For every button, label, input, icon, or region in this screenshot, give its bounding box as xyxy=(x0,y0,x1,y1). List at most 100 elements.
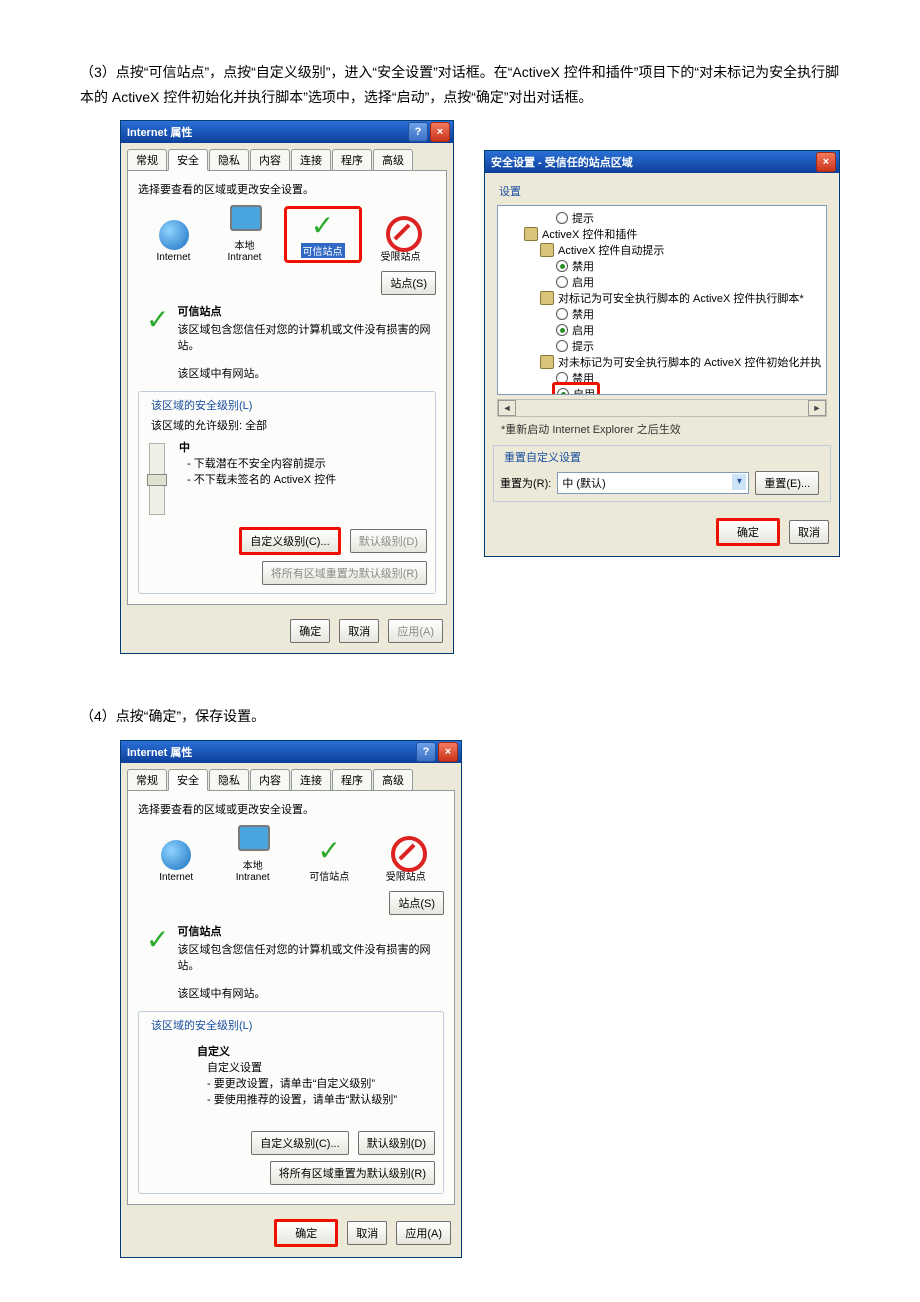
restart-note: *重新启动 Internet Explorer 之后生效 xyxy=(501,421,823,437)
tab-connections[interactable]: 连接 xyxy=(291,149,331,170)
zone-list: Internet 本地 Intranet ✓ 可信站点 受限站点 xyxy=(138,825,444,883)
custom-level-button[interactable]: 自定义级别(C)... xyxy=(239,527,340,555)
cancel-button[interactable]: 取消 xyxy=(347,1221,387,1245)
level-fieldset: 该区域的安全级别(L) 该区域的允许级别: 全部 中 - 下载潜在不安全内容前提… xyxy=(138,391,436,594)
tab-content[interactable]: 内容 xyxy=(250,149,290,170)
tab-privacy[interactable]: 隐私 xyxy=(209,149,249,170)
monitor-icon xyxy=(230,205,262,231)
titlebar: 安全设置 - 受信任的站点区域 × xyxy=(485,151,839,173)
tab-programs[interactable]: 程序 xyxy=(332,149,372,170)
cancel-button[interactable]: 取消 xyxy=(789,520,829,544)
option-enable: 启用 xyxy=(572,274,594,290)
group-unsafe-script: 对未标记为可安全执行脚本的 ActiveX 控件初始化并执 xyxy=(558,354,821,370)
radio-icon[interactable] xyxy=(556,212,568,224)
check-icon: ✓ xyxy=(146,923,169,956)
help-icon[interactable]: ? xyxy=(408,122,428,142)
zone-internet[interactable]: Internet xyxy=(144,840,208,883)
tab-connections[interactable]: 连接 xyxy=(291,769,331,790)
paragraph-3: （3）点按“可信站点”，点按“自定义级别”，进入“安全设置”对话框。在“Acti… xyxy=(80,60,840,110)
gear-icon xyxy=(540,355,554,369)
trusted-desc: 该区域包含您信任对您的计算机或文件没有损害的网站。 xyxy=(177,944,430,972)
tab-advanced[interactable]: 高级 xyxy=(373,769,413,790)
settings-legend: 设置 xyxy=(493,181,831,201)
tab-security[interactable]: 安全 xyxy=(168,149,208,171)
reset-zones-button[interactable]: 将所有区域重置为默认级别(R) xyxy=(270,1161,435,1185)
trusted-head: 可信站点 xyxy=(177,923,444,939)
zone-trusted[interactable]: ✓ 可信站点 xyxy=(297,836,361,883)
custom-level-button[interactable]: 自定义级别(C)... xyxy=(251,1131,348,1155)
horizontal-scrollbar[interactable]: ◄ ► xyxy=(497,399,827,417)
reset-value: 中 (默认) xyxy=(562,475,605,491)
tab-programs[interactable]: 程序 xyxy=(332,769,372,790)
default-level-button[interactable]: 默认级别(D) xyxy=(350,529,427,553)
option-disable: 禁用 xyxy=(572,306,594,322)
tab-privacy[interactable]: 隐私 xyxy=(209,769,249,790)
zone-prompt: 选择要查看的区域或更改安全设置。 xyxy=(138,181,436,197)
custom-line: - 要更改设置，请单击“自定义级别” xyxy=(207,1075,435,1091)
radio-icon[interactable] xyxy=(557,388,569,395)
cancel-button[interactable]: 取消 xyxy=(339,619,379,643)
close-icon[interactable]: × xyxy=(430,122,450,142)
apply-button[interactable]: 应用(A) xyxy=(388,619,443,643)
gear-icon xyxy=(540,291,554,305)
zone-intranet[interactable]: 本地 Intranet xyxy=(213,205,277,263)
tab-advanced[interactable]: 高级 xyxy=(373,149,413,170)
reset-fieldset: 重置自定义设置 重置为(R): 中 (默认) 重置(E)... xyxy=(493,445,831,502)
group-activex: ActiveX 控件和插件 xyxy=(542,226,637,242)
trusted-description: 可信站点 该区域包含您信任对您的计算机或文件没有损害的网站。 该区域中有网站。 xyxy=(177,921,444,1001)
radio-icon[interactable] xyxy=(556,276,568,288)
reset-combo[interactable]: 中 (默认) xyxy=(557,472,749,494)
level-slider[interactable] xyxy=(149,443,165,515)
globe-icon xyxy=(159,220,189,250)
gear-icon xyxy=(540,243,554,257)
radio-icon[interactable] xyxy=(556,324,568,336)
zone-restricted[interactable]: 受限站点 xyxy=(369,216,433,263)
close-icon[interactable]: × xyxy=(816,152,836,172)
tab-page-security: 选择要查看的区域或更改安全设置。 Internet 本地 Intranet ✓ … xyxy=(127,790,455,1205)
option-enable: 启用 xyxy=(573,386,595,395)
tab-general[interactable]: 常规 xyxy=(127,769,167,790)
zone-prompt: 选择要查看的区域或更改安全设置。 xyxy=(138,801,444,817)
zone-trusted[interactable]: ✓ 可信站点 xyxy=(284,206,362,263)
group-safe-script: 对标记为可安全执行脚本的 ActiveX 控件执行脚本* xyxy=(558,290,804,306)
radio-icon[interactable] xyxy=(556,340,568,352)
tab-content[interactable]: 内容 xyxy=(250,769,290,790)
level-legend: 该区域的安全级别(L) xyxy=(147,1017,256,1033)
ok-button[interactable]: 确定 xyxy=(290,619,330,643)
scroll-right-icon[interactable]: ► xyxy=(808,400,826,416)
reset-button[interactable]: 重置(E)... xyxy=(755,471,819,495)
security-settings-dialog: 安全设置 - 受信任的站点区域 × 设置 提示 ActiveX 控件和插件 Ac… xyxy=(484,150,840,557)
internet-properties-dialog-1: Internet 属性 ? × 常规 安全 隐私 内容 连接 程序 高级 选择要… xyxy=(120,120,454,654)
tab-security[interactable]: 安全 xyxy=(168,769,208,791)
scroll-left-icon[interactable]: ◄ xyxy=(498,400,516,416)
gear-icon xyxy=(524,227,538,241)
option-prompt: 提示 xyxy=(572,210,594,226)
default-level-button[interactable]: 默认级别(D) xyxy=(358,1131,435,1155)
tab-general[interactable]: 常规 xyxy=(127,149,167,170)
help-icon[interactable]: ? xyxy=(416,742,436,762)
zone-internet[interactable]: Internet xyxy=(142,220,206,263)
forbid-icon xyxy=(391,836,427,872)
zone-intranet[interactable]: 本地 Intranet xyxy=(221,825,285,883)
zone-label: 本地 Intranet xyxy=(228,237,262,263)
apply-button[interactable]: 应用(A) xyxy=(396,1221,451,1245)
tab-page-security: 选择要查看的区域或更改安全设置。 Internet 本地 Intranet ✓ … xyxy=(127,170,447,605)
group-autoprompt: ActiveX 控件自动提示 xyxy=(558,242,664,258)
highlighted-enable-option[interactable]: 启用 xyxy=(552,382,600,395)
zone-restricted[interactable]: 受限站点 xyxy=(374,836,438,883)
settings-tree[interactable]: 提示 ActiveX 控件和插件 ActiveX 控件自动提示 禁用 启用 对标… xyxy=(497,205,827,395)
sites-button[interactable]: 站点(S) xyxy=(381,271,436,295)
radio-icon[interactable] xyxy=(556,308,568,320)
option-enable: 启用 xyxy=(572,322,594,338)
zone-label: 可信站点 xyxy=(301,243,345,258)
titlebar: Internet 属性 ? × xyxy=(121,121,453,143)
sites-button[interactable]: 站点(S) xyxy=(389,891,444,915)
reset-label: 重置为(R): xyxy=(500,475,551,491)
ok-button[interactable]: 确定 xyxy=(716,518,780,546)
radio-icon[interactable] xyxy=(556,260,568,272)
reset-zones-button[interactable]: 将所有区域重置为默认级别(R) xyxy=(262,561,427,585)
custom-sub: 自定义设置 xyxy=(207,1059,435,1075)
ok-button[interactable]: 确定 xyxy=(274,1219,338,1247)
close-icon[interactable]: × xyxy=(438,742,458,762)
zone-label: Internet xyxy=(157,252,191,263)
